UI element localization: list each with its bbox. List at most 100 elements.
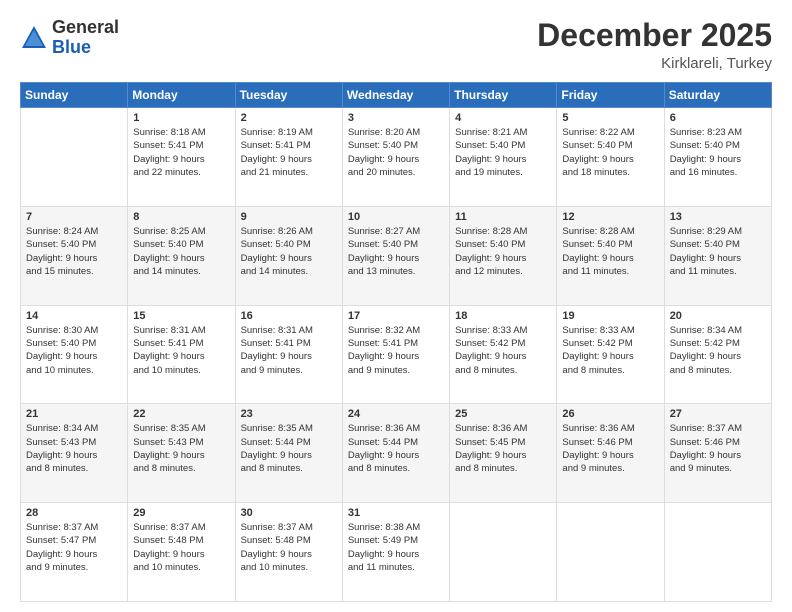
day-info: Sunrise: 8:24 AM Sunset: 5:40 PM Dayligh… (26, 225, 122, 278)
day-number: 31 (348, 507, 444, 519)
day-info: Sunrise: 8:37 AM Sunset: 5:46 PM Dayligh… (670, 422, 766, 475)
calendar-cell: 10 Sunrise: 8:27 AM Sunset: 5:40 PM Dayli… (342, 206, 449, 305)
logo-icon (20, 24, 48, 52)
calendar-cell: 5 Sunrise: 8:22 AM Sunset: 5:40 PM Daylig… (557, 108, 664, 207)
calendar-cell: 12 Sunrise: 8:28 AM Sunset: 5:40 PM Dayli… (557, 206, 664, 305)
calendar-week-1: 1 Sunrise: 8:18 AM Sunset: 5:41 PM Daylig… (21, 108, 772, 207)
day-number: 1 (133, 112, 229, 124)
day-info: Sunrise: 8:22 AM Sunset: 5:40 PM Dayligh… (562, 126, 658, 179)
calendar-week-3: 14Sunrise: 8:30 AM Sunset: 5:40 PM Dayli… (21, 305, 772, 404)
day-number: 3 (348, 112, 444, 124)
day-number: 4 (455, 112, 551, 124)
day-info: Sunrise: 8:36 AM Sunset: 5:46 PM Dayligh… (562, 422, 658, 475)
calendar-cell: 27 Sunrise: 8:37 AM Sunset: 5:46 PM Dayli… (664, 404, 771, 503)
calendar-cell: 19 Sunrise: 8:33 AM Sunset: 5:42 PM Dayli… (557, 305, 664, 404)
day-info: Sunrise: 8:23 AM Sunset: 5:40 PM Dayligh… (670, 126, 766, 179)
day-number: 11 (455, 211, 551, 223)
day-number: 28 (26, 507, 122, 519)
day-info: Sunrise: 8:35 AM Sunset: 5:43 PM Dayligh… (133, 422, 229, 475)
day-number: 20 (670, 310, 766, 322)
calendar-cell: 24Sunrise: 8:36 AM Sunset: 5:44 PM Dayli… (342, 404, 449, 503)
calendar-cell: 16Sunrise: 8:31 AM Sunset: 5:41 PM Dayli… (235, 305, 342, 404)
day-info: Sunrise: 8:31 AM Sunset: 5:41 PM Dayligh… (133, 324, 229, 377)
calendar-cell: 7 Sunrise: 8:24 AM Sunset: 5:40 PM Daylig… (21, 206, 128, 305)
day-number: 25 (455, 408, 551, 420)
day-number: 6 (670, 112, 766, 124)
header: General Blue December 2025 Kirklareli, T… (20, 18, 772, 72)
calendar-cell: 22 Sunrise: 8:35 AM Sunset: 5:43 PM Dayli… (128, 404, 235, 503)
calendar-cell: 28Sunrise: 8:37 AM Sunset: 5:47 PM Dayli… (21, 503, 128, 602)
day-number: 7 (26, 211, 122, 223)
location: Kirklareli, Turkey (537, 55, 772, 72)
day-number: 23 (241, 408, 337, 420)
day-number: 27 (670, 408, 766, 420)
day-info: Sunrise: 8:34 AM Sunset: 5:42 PM Dayligh… (670, 324, 766, 377)
calendar-table: Sunday Monday Tuesday Wednesday Thursday… (20, 82, 772, 602)
calendar-cell (557, 503, 664, 602)
header-row: Sunday Monday Tuesday Wednesday Thursday… (21, 83, 772, 108)
day-number: 13 (670, 211, 766, 223)
day-info: Sunrise: 8:37 AM Sunset: 5:48 PM Dayligh… (133, 521, 229, 574)
calendar-cell: 31Sunrise: 8:38 AM Sunset: 5:49 PM Dayli… (342, 503, 449, 602)
day-number: 19 (562, 310, 658, 322)
logo-text: General Blue (52, 18, 119, 58)
day-info: Sunrise: 8:18 AM Sunset: 5:41 PM Dayligh… (133, 126, 229, 179)
day-number: 30 (241, 507, 337, 519)
calendar-cell: 29 Sunrise: 8:37 AM Sunset: 5:48 PM Dayli… (128, 503, 235, 602)
month-year: December 2025 (537, 18, 772, 53)
calendar-cell: 8 Sunrise: 8:25 AM Sunset: 5:40 PM Daylig… (128, 206, 235, 305)
day-info: Sunrise: 8:27 AM Sunset: 5:40 PM Dayligh… (348, 225, 444, 278)
day-info: Sunrise: 8:33 AM Sunset: 5:42 PM Dayligh… (562, 324, 658, 377)
calendar-cell: 13 Sunrise: 8:29 AM Sunset: 5:40 PM Dayli… (664, 206, 771, 305)
calendar-cell (21, 108, 128, 207)
day-info: Sunrise: 8:34 AM Sunset: 5:43 PM Dayligh… (26, 422, 122, 475)
day-number: 26 (562, 408, 658, 420)
calendar-cell: 17 Sunrise: 8:32 AM Sunset: 5:41 PM Dayli… (342, 305, 449, 404)
day-number: 2 (241, 112, 337, 124)
day-info: Sunrise: 8:37 AM Sunset: 5:48 PM Dayligh… (241, 521, 337, 574)
calendar-cell: 6 Sunrise: 8:23 AM Sunset: 5:40 PM Daylig… (664, 108, 771, 207)
calendar-cell: 2 Sunrise: 8:19 AM Sunset: 5:41 PM Daylig… (235, 108, 342, 207)
day-info: Sunrise: 8:36 AM Sunset: 5:44 PM Dayligh… (348, 422, 444, 475)
day-info: Sunrise: 8:26 AM Sunset: 5:40 PM Dayligh… (241, 225, 337, 278)
day-info: Sunrise: 8:25 AM Sunset: 5:40 PM Dayligh… (133, 225, 229, 278)
day-number: 8 (133, 211, 229, 223)
calendar-cell: 4 Sunrise: 8:21 AM Sunset: 5:40 PM Daylig… (450, 108, 557, 207)
day-info: Sunrise: 8:21 AM Sunset: 5:40 PM Dayligh… (455, 126, 551, 179)
day-number: 5 (562, 112, 658, 124)
day-number: 10 (348, 211, 444, 223)
day-number: 29 (133, 507, 229, 519)
day-number: 12 (562, 211, 658, 223)
day-info: Sunrise: 8:32 AM Sunset: 5:41 PM Dayligh… (348, 324, 444, 377)
day-number: 17 (348, 310, 444, 322)
calendar-cell: 14Sunrise: 8:30 AM Sunset: 5:40 PM Dayli… (21, 305, 128, 404)
day-info: Sunrise: 8:36 AM Sunset: 5:45 PM Dayligh… (455, 422, 551, 475)
calendar-cell: 9 Sunrise: 8:26 AM Sunset: 5:40 PM Daylig… (235, 206, 342, 305)
logo-general: General (52, 18, 119, 38)
calendar-cell: 30 Sunrise: 8:37 AM Sunset: 5:48 PM Dayli… (235, 503, 342, 602)
col-wednesday: Wednesday (342, 83, 449, 108)
calendar-cell: 25 Sunrise: 8:36 AM Sunset: 5:45 PM Dayli… (450, 404, 557, 503)
col-thursday: Thursday (450, 83, 557, 108)
logo: General Blue (20, 18, 119, 58)
day-info: Sunrise: 8:35 AM Sunset: 5:44 PM Dayligh… (241, 422, 337, 475)
day-info: Sunrise: 8:19 AM Sunset: 5:41 PM Dayligh… (241, 126, 337, 179)
calendar-cell: 21Sunrise: 8:34 AM Sunset: 5:43 PM Dayli… (21, 404, 128, 503)
day-info: Sunrise: 8:28 AM Sunset: 5:40 PM Dayligh… (455, 225, 551, 278)
title-block: December 2025 Kirklareli, Turkey (537, 18, 772, 72)
calendar-header: Sunday Monday Tuesday Wednesday Thursday… (21, 83, 772, 108)
day-number: 22 (133, 408, 229, 420)
day-info: Sunrise: 8:28 AM Sunset: 5:40 PM Dayligh… (562, 225, 658, 278)
logo-blue: Blue (52, 38, 119, 58)
col-friday: Friday (557, 83, 664, 108)
day-number: 16 (241, 310, 337, 322)
day-number: 9 (241, 211, 337, 223)
calendar-cell: 20 Sunrise: 8:34 AM Sunset: 5:42 PM Dayli… (664, 305, 771, 404)
day-info: Sunrise: 8:29 AM Sunset: 5:40 PM Dayligh… (670, 225, 766, 278)
calendar-body: 1 Sunrise: 8:18 AM Sunset: 5:41 PM Daylig… (21, 108, 772, 602)
day-info: Sunrise: 8:30 AM Sunset: 5:40 PM Dayligh… (26, 324, 122, 377)
calendar-cell: 23 Sunrise: 8:35 AM Sunset: 5:44 PM Dayli… (235, 404, 342, 503)
calendar-week-5: 28Sunrise: 8:37 AM Sunset: 5:47 PM Dayli… (21, 503, 772, 602)
col-tuesday: Tuesday (235, 83, 342, 108)
day-info: Sunrise: 8:20 AM Sunset: 5:40 PM Dayligh… (348, 126, 444, 179)
